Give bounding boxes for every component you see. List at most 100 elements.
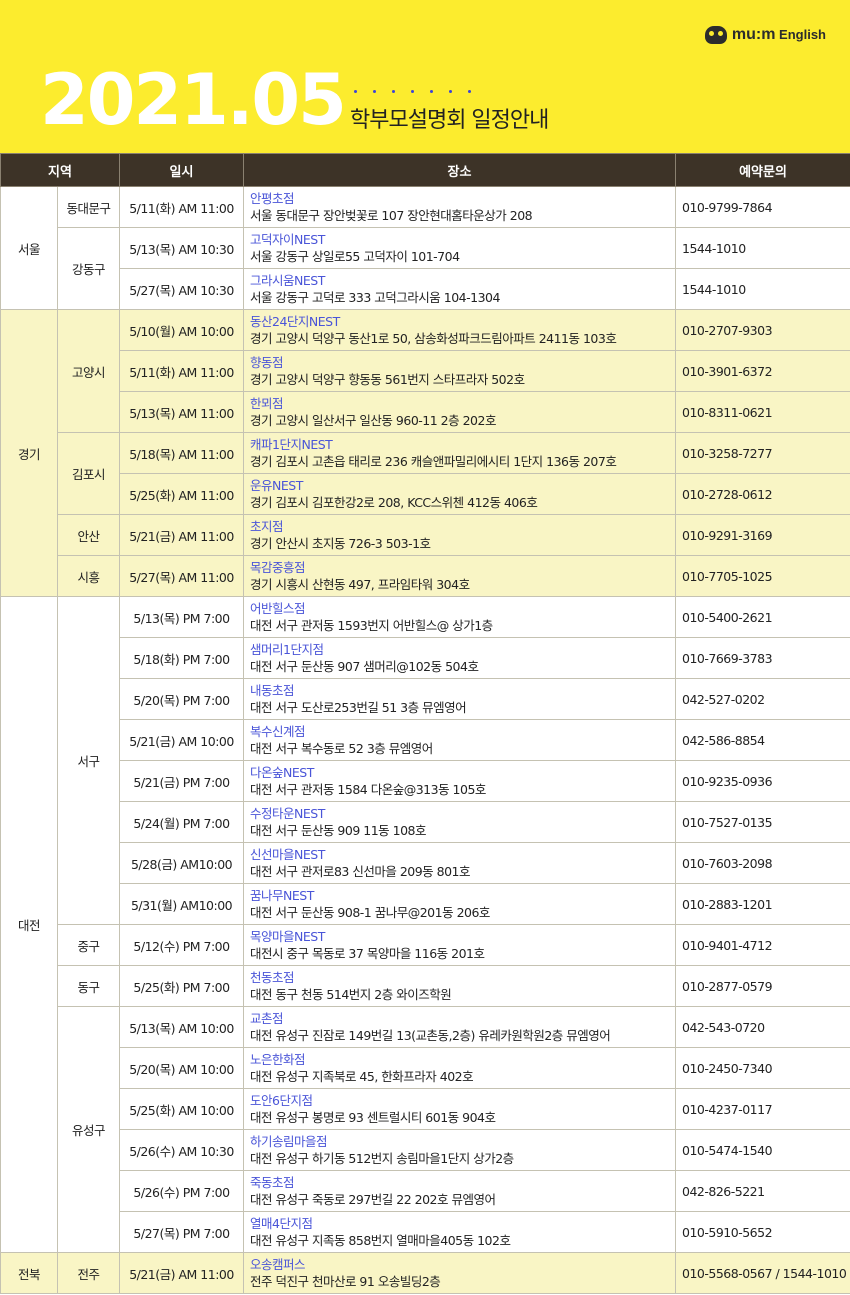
phone-cell: 010-2450-7340	[675, 1047, 850, 1089]
location-cell: 다온숲NEST 대전 서구 관저동 1584 다온숲@313동 105호	[243, 760, 677, 802]
phone-cell: 1544-1010	[675, 268, 850, 310]
phone-cell: 010-9799-7864	[675, 186, 850, 228]
branch-address: 대전 서구 도산로253번길 51 3층 뮤엠영어	[250, 699, 467, 715]
branch-name: 수정타운NEST	[250, 805, 325, 821]
location-cell: 하기송림마을점 대전 유성구 하기동 512번지 송림마을1단지 상가2층	[243, 1129, 677, 1171]
branch-name: 도안6단지점	[250, 1092, 313, 1108]
location-cell: 운유NEST 경기 김포시 김포한강2로 208, KCC스위첸 412동 406…	[243, 473, 677, 515]
branch-name: 다온숲NEST	[250, 764, 314, 780]
schedule-table: 지역 일시 장소 예약문의 서울 동대문구 5/11(화) AM 11:00 안평초점…	[0, 153, 850, 1294]
table-row: 5/20(목) AM 10:00 노은한화점 대전 유성구 지족북로 45, 한화프…	[1, 1047, 850, 1089]
phone-cell: 010-7705-1025	[675, 555, 850, 597]
datetime-cell: 5/26(수) PM 7:00	[119, 1170, 245, 1212]
table-row: 5/21(금) PM 7:00 다온숲NEST 대전 서구 관저동 1584 다온숲…	[1, 760, 850, 802]
branch-name: 목감중흥점	[250, 559, 306, 575]
branch-address: 대전 서구 관저동 1584 다온숲@313동 105호	[250, 781, 486, 797]
table-row: 전북 전주 5/21(금) AM 11:00 오송캠퍼스 전주 덕진구 천마산로 91 …	[0, 1252, 850, 1294]
datetime-cell: 5/21(금) AM 11:00	[119, 514, 245, 556]
branch-address: 대전 유성구 하기동 512번지 송림마을1단지 상가2층	[250, 1150, 514, 1166]
owl-logo-icon	[704, 26, 727, 44]
location-cell: 한뫼점 경기 고양시 일산서구 일산동 960-11 2층 202호	[243, 391, 677, 433]
location-cell: 도안6단지점 대전 유성구 봉명로 93 센트럴시티 601동 904호	[243, 1088, 677, 1130]
header-reservation: 예약문의	[675, 153, 850, 187]
location-cell: 천동초점 대전 동구 천동 514번지 2층 와이즈학원	[243, 965, 677, 1007]
phone-cell: 042-826-5221	[675, 1170, 850, 1212]
datetime-cell: 5/13(목) AM 10:30	[119, 227, 245, 269]
branch-address: 대전 유성구 진잠로 149번길 13(교촌동,2층) 유레카원학원2층 뮤엠영…	[250, 1027, 611, 1043]
phone-cell: 010-2877-0579	[675, 965, 850, 1007]
datetime-cell: 5/20(목) AM 10:00	[119, 1047, 245, 1089]
district-cell: 전주	[56, 1252, 121, 1294]
datetime-cell: 5/24(월) PM 7:00	[119, 801, 245, 843]
header-region: 지역	[0, 153, 121, 187]
phone-cell: 010-5400-2621	[675, 596, 850, 638]
district-cell: 강동구	[56, 227, 121, 310]
location-cell: 신선마을NEST 대전 서구 관저로83 신선마을 209동 801호	[243, 842, 677, 884]
branch-address: 경기 고양시 덕양구 향동동 561번지 스타프라자 502호	[250, 371, 525, 387]
datetime-cell: 5/18(목) AM 11:00	[119, 432, 245, 474]
logo-sub-text: English	[779, 27, 826, 42]
location-cell: 열매4단지점 대전 유성구 지족동 858번지 열매마을405동 102호	[243, 1211, 677, 1253]
branch-name: 내동초점	[250, 682, 295, 698]
branch-name: 죽동초점	[250, 1174, 295, 1190]
location-cell: 수정타운NEST 대전 서구 둔산동 909 11동 108호	[243, 801, 677, 843]
branch-name: 꿈나무NEST	[250, 887, 314, 903]
region-cell: 전북	[0, 1252, 58, 1294]
district-cell: 동대문구	[56, 186, 121, 228]
location-cell: 노은한화점 대전 유성구 지족북로 45, 한화프라자 402호	[243, 1047, 677, 1089]
branch-name: 하기송림마을점	[250, 1133, 328, 1149]
branch-address: 대전 유성구 봉명로 93 센트럴시티 601동 904호	[250, 1109, 496, 1125]
table-row: 중구 5/12(수) PM 7:00 목양마을NEST 대전시 중구 목동로 37 목…	[1, 924, 850, 966]
datetime-cell: 5/27(목) PM 7:00	[119, 1211, 245, 1253]
phone-cell: 010-2728-0612	[675, 473, 850, 515]
location-cell: 샘머리1단지점 대전 서구 둔산동 907 샘머리@102동 504호	[243, 637, 677, 679]
phone-cell: 010-5910-5652	[675, 1211, 850, 1253]
decorative-dots	[354, 90, 471, 93]
branch-name: 복수신계점	[250, 723, 306, 739]
location-cell: 복수신계점 대전 서구 복수동로 52 3층 뮤엠영어	[243, 719, 677, 761]
table-row: 5/11(화) AM 11:00 향동점 경기 고양시 덕양구 향동동 561번지 …	[1, 350, 850, 392]
location-cell: 교촌점 대전 유성구 진잠로 149번길 13(교촌동,2층) 유레카원학원2층 …	[243, 1006, 677, 1048]
header-location: 장소	[243, 153, 677, 187]
district-cell: 유성구	[56, 1006, 121, 1253]
datetime-cell: 5/27(목) AM 11:00	[119, 555, 245, 597]
phone-cell: 042-586-8854	[675, 719, 850, 761]
location-cell: 안평초점 서울 동대문구 장안벚꽃로 107 장안현대홈타운상가 208	[243, 186, 677, 228]
branch-name: 그라시움NEST	[250, 272, 325, 288]
header-banner: mu:m English 2021.05 학부모설명회 일정안내	[0, 0, 850, 153]
phone-cell: 010-9291-3169	[675, 514, 850, 556]
datetime-cell: 5/11(화) AM 11:00	[119, 350, 245, 392]
branch-address: 전주 덕진구 천마산로 91 오송빌딩2층	[250, 1273, 441, 1289]
phone-cell: 010-8311-0621	[675, 391, 850, 433]
branch-name: 안평초점	[250, 190, 295, 206]
branch-address: 대전 서구 둔산동 908-1 꿈나무@201동 206호	[250, 904, 490, 920]
phone-cell: 010-2883-1201	[675, 883, 850, 925]
brand-logo: mu:m English	[704, 26, 826, 44]
datetime-cell: 5/13(목) AM 11:00	[119, 391, 245, 433]
datetime-cell: 5/25(화) AM 10:00	[119, 1088, 245, 1130]
phone-cell: 010-3901-6372	[675, 350, 850, 392]
table-row: 5/18(화) PM 7:00 샘머리1단지점 대전 서구 둔산동 907 샘머리@…	[1, 637, 850, 679]
branch-name: 캐파1단지NEST	[250, 436, 333, 452]
branch-name: 고덕자이NEST	[250, 231, 325, 247]
location-cell: 꿈나무NEST 대전 서구 둔산동 908-1 꿈나무@201동 206호	[243, 883, 677, 925]
location-cell: 그라시움NEST 서울 강동구 고덕로 333 고덕그라시움 104-1304	[243, 268, 677, 310]
datetime-cell: 5/13(목) AM 10:00	[119, 1006, 245, 1048]
branch-name: 신선마을NEST	[250, 846, 325, 862]
datetime-cell: 5/11(화) AM 11:00	[119, 186, 245, 228]
branch-name: 열매4단지점	[250, 1215, 313, 1231]
district-cell: 김포시	[56, 432, 121, 515]
branch-name: 노은한화점	[250, 1051, 306, 1067]
page-subtitle: 학부모설명회 일정안내	[350, 108, 549, 133]
datetime-cell: 5/21(금) PM 7:00	[119, 760, 245, 802]
region-cell: 경기	[0, 309, 58, 597]
location-cell: 죽동초점 대전 유성구 죽동로 297번길 22 202호 뮤엠영어	[243, 1170, 677, 1212]
location-cell: 오송캠퍼스 전주 덕진구 천마산로 91 오송빌딩2층	[243, 1252, 677, 1294]
datetime-cell: 5/25(화) AM 11:00	[119, 473, 245, 515]
district-cell: 고양시	[56, 309, 121, 433]
branch-address: 경기 고양시 덕양구 동산1로 50, 삼송화성파크드림아파트 2411동 10…	[250, 330, 617, 346]
branch-name: 한뫼점	[250, 395, 284, 411]
table-row: 안산 5/21(금) AM 11:00 초지점 경기 안산시 초지동 726-3 50…	[1, 514, 850, 556]
table-row: 5/28(금) AM10:00 신선마을NEST 대전 서구 관저로83 신선마을 …	[1, 842, 850, 884]
datetime-cell: 5/31(월) AM10:00	[119, 883, 245, 925]
